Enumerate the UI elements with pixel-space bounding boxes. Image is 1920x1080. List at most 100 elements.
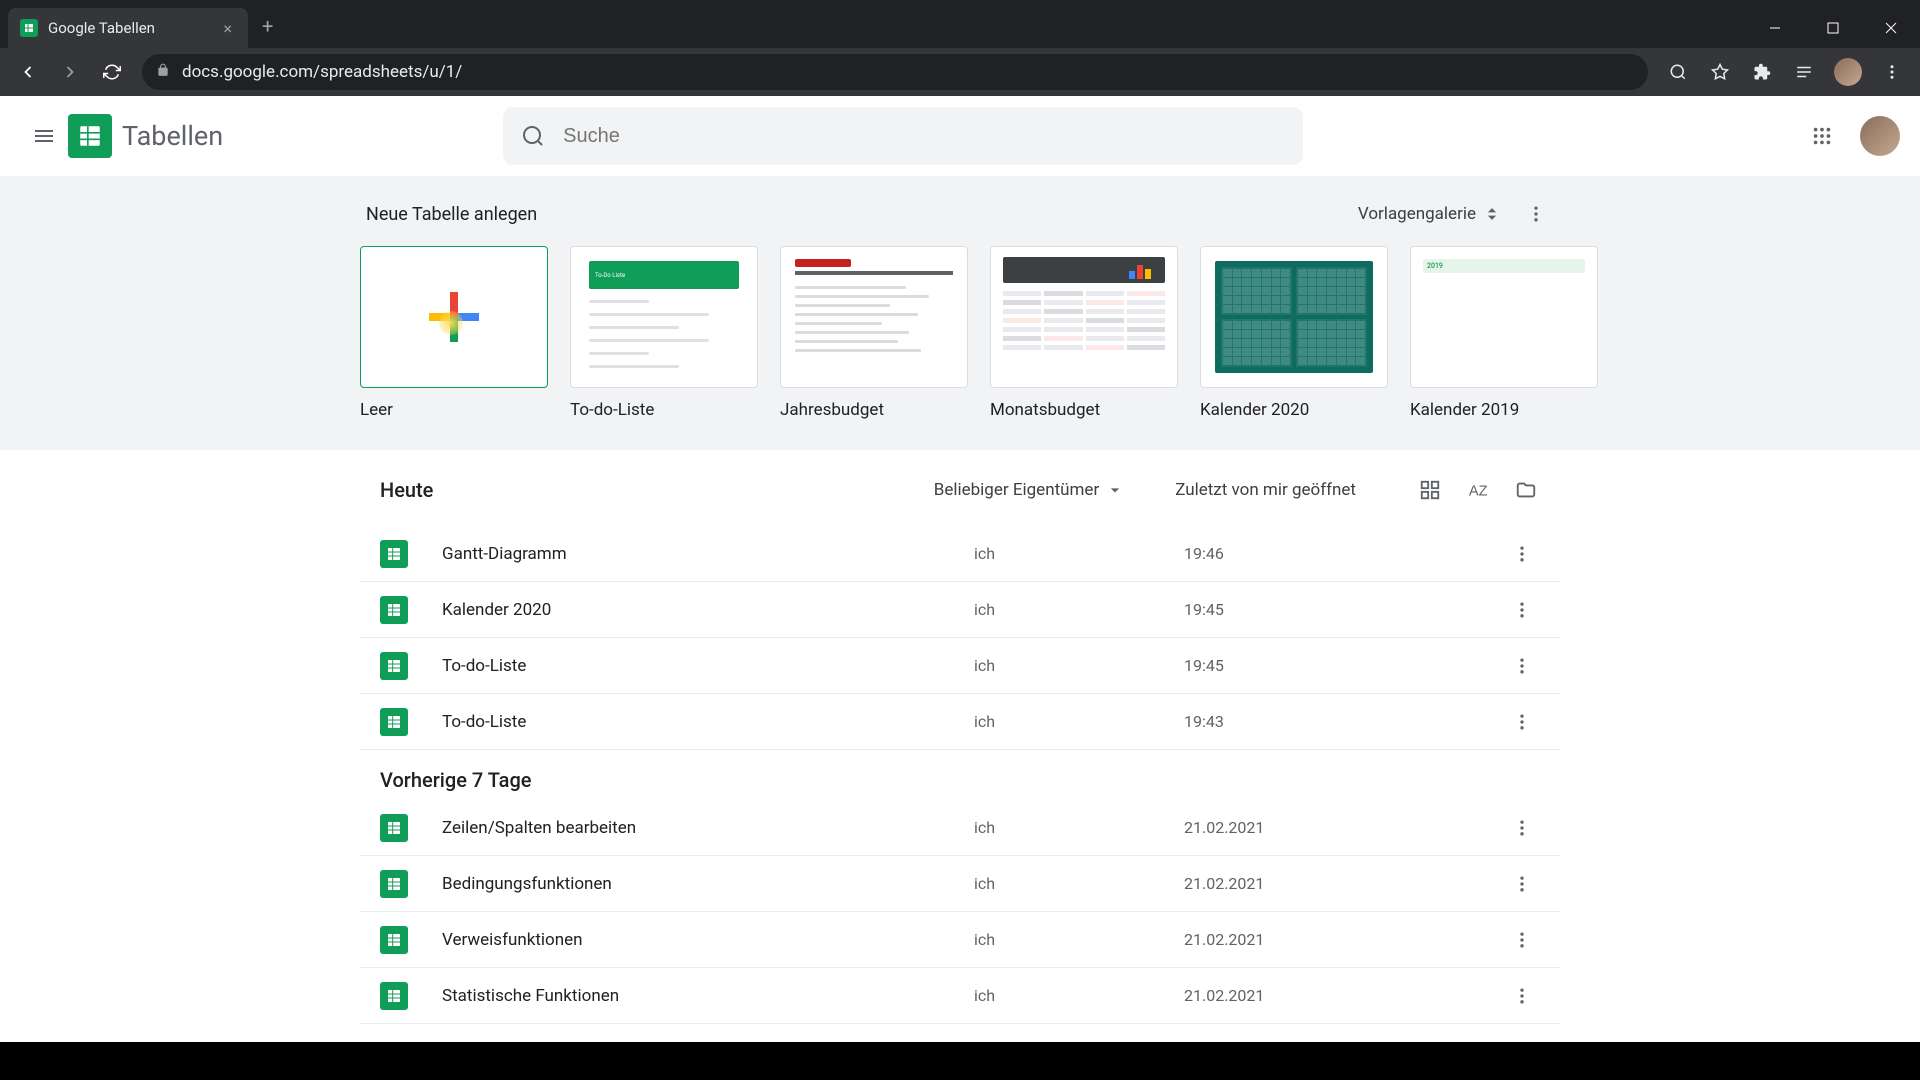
template-blank[interactable]: Leer: [360, 246, 548, 420]
reload-button[interactable]: [94, 54, 130, 90]
grid-view-button[interactable]: [1416, 476, 1444, 504]
documents-header: Heute Beliebiger Eigentümer Zuletzt von …: [360, 476, 1560, 512]
section-label: Vorherige 7 Tage: [360, 750, 1560, 800]
sort-label[interactable]: Zuletzt von mir geöffnet: [1175, 480, 1356, 500]
sort-options-button[interactable]: AZ: [1464, 476, 1492, 504]
sheets-file-icon: [380, 596, 408, 624]
sheets-logo-icon: [68, 114, 112, 158]
lock-icon: [156, 62, 170, 82]
unfold-icon: [1482, 204, 1502, 224]
sheets-file-icon: [380, 652, 408, 680]
document-row[interactable]: Zeilen/Spalten bearbeiten ich 21.02.2021: [360, 800, 1560, 856]
document-name: To-do-Liste: [442, 656, 974, 676]
template-label: Kalender 2020: [1200, 400, 1388, 420]
document-owner: ich: [974, 712, 1184, 731]
tab-title: Google Tabellen: [48, 19, 155, 37]
document-date: 19:43: [1184, 712, 1504, 731]
document-owner: ich: [974, 544, 1184, 563]
document-row[interactable]: Gantt-Diagramm ich 19:46: [360, 526, 1560, 582]
document-more-button[interactable]: [1504, 592, 1540, 628]
document-row[interactable]: Statistische Funktionen ich 21.02.2021: [360, 968, 1560, 1024]
forward-button[interactable]: [52, 54, 88, 90]
template-monthly-budget[interactable]: Monatsbudget: [990, 246, 1178, 420]
template-gallery-toggle[interactable]: Vorlagengalerie: [1350, 198, 1510, 230]
template-blank-thumb: [360, 246, 548, 388]
svg-text:AZ: AZ: [1469, 484, 1488, 500]
document-row[interactable]: Bedingungsfunktionen ich 21.02.2021: [360, 856, 1560, 912]
document-more-button[interactable]: [1504, 866, 1540, 902]
template-calendar-2019[interactable]: 2019 Kalender 2019: [1410, 246, 1598, 420]
browser-profile-avatar[interactable]: [1834, 58, 1862, 86]
sheets-file-icon: [380, 870, 408, 898]
main-menu-button[interactable]: [20, 112, 68, 160]
file-picker-button[interactable]: [1512, 476, 1540, 504]
document-name: Zeilen/Spalten bearbeiten: [442, 818, 974, 838]
sheets-file-icon: [380, 814, 408, 842]
documents-section: Heute Beliebiger Eigentümer Zuletzt von …: [340, 450, 1580, 1024]
tab-close-button[interactable]: ×: [219, 17, 236, 40]
template-annual-budget-thumb: [780, 246, 968, 388]
document-row[interactable]: Verweisfunktionen ich 21.02.2021: [360, 912, 1560, 968]
owner-filter-dropdown[interactable]: Beliebiger Eigentümer: [934, 480, 1125, 500]
document-date: 19:45: [1184, 600, 1504, 619]
document-more-button[interactable]: [1504, 978, 1540, 1014]
template-annual-budget[interactable]: Jahresbudget: [780, 246, 968, 420]
document-more-button[interactable]: [1504, 648, 1540, 684]
document-name: Statistische Funktionen: [442, 986, 974, 1006]
sheets-file-icon: [380, 926, 408, 954]
sheets-file-icon: [380, 540, 408, 568]
document-row[interactable]: Kalender 2020 ich 19:45: [360, 582, 1560, 638]
sheets-file-icon: [380, 982, 408, 1010]
document-more-button[interactable]: [1504, 704, 1540, 740]
search-input[interactable]: [563, 125, 1285, 148]
template-more-button[interactable]: [1518, 196, 1554, 232]
document-date: 21.02.2021: [1184, 874, 1504, 893]
google-apps-button[interactable]: [1798, 112, 1846, 160]
cursor-highlight: [439, 311, 463, 335]
template-calendar-2019-thumb: 2019: [1410, 246, 1598, 388]
window-close-button[interactable]: [1862, 8, 1920, 48]
template-label: Jahresbudget: [780, 400, 968, 420]
template-todo-thumb: To-Do Liste: [570, 246, 758, 388]
app-title: Tabellen: [122, 120, 223, 152]
window-maximize-button[interactable]: [1804, 8, 1862, 48]
dropdown-icon: [1105, 480, 1125, 500]
template-monthly-budget-thumb: [990, 246, 1178, 388]
bookmark-icon[interactable]: [1702, 54, 1738, 90]
template-todo[interactable]: To-Do Liste To-do-Liste: [570, 246, 758, 420]
reading-list-icon[interactable]: [1786, 54, 1822, 90]
document-more-button[interactable]: [1504, 536, 1540, 572]
chrome-menu-icon[interactable]: [1874, 54, 1910, 90]
browser-toolbar: docs.google.com/spreadsheets/u/1/: [0, 48, 1920, 96]
browser-tab[interactable]: Google Tabellen ×: [8, 8, 248, 48]
extensions-icon[interactable]: [1744, 54, 1780, 90]
app-header: Tabellen: [0, 96, 1920, 176]
document-owner: ich: [974, 656, 1184, 675]
url-text: docs.google.com/spreadsheets/u/1/: [182, 62, 462, 82]
document-owner: ich: [974, 818, 1184, 837]
document-row[interactable]: To-do-Liste ich 19:43: [360, 694, 1560, 750]
window-minimize-button[interactable]: [1746, 8, 1804, 48]
search-box[interactable]: [503, 107, 1303, 165]
search-icon: [521, 124, 545, 148]
address-bar[interactable]: docs.google.com/spreadsheets/u/1/: [142, 54, 1648, 90]
account-avatar[interactable]: [1860, 116, 1900, 156]
document-owner: ich: [974, 930, 1184, 949]
document-name: Gantt-Diagramm: [442, 544, 974, 564]
template-calendar-2020[interactable]: Kalender 2020: [1200, 246, 1388, 420]
document-owner: ich: [974, 986, 1184, 1005]
document-row[interactable]: To-do-Liste ich 19:45: [360, 638, 1560, 694]
back-button[interactable]: [10, 54, 46, 90]
template-label: Monatsbudget: [990, 400, 1178, 420]
document-more-button[interactable]: [1504, 810, 1540, 846]
document-more-button[interactable]: [1504, 922, 1540, 958]
section-label-today: Heute: [380, 478, 433, 502]
document-date: 21.02.2021: [1184, 930, 1504, 949]
bottom-bar: [0, 1042, 1920, 1080]
document-date: 19:45: [1184, 656, 1504, 675]
document-date: 21.02.2021: [1184, 986, 1504, 1005]
document-name: Verweisfunktionen: [442, 930, 974, 950]
zoom-icon[interactable]: [1660, 54, 1696, 90]
new-tab-button[interactable]: +: [248, 4, 287, 48]
tab-favicon-sheets-icon: [20, 19, 38, 37]
